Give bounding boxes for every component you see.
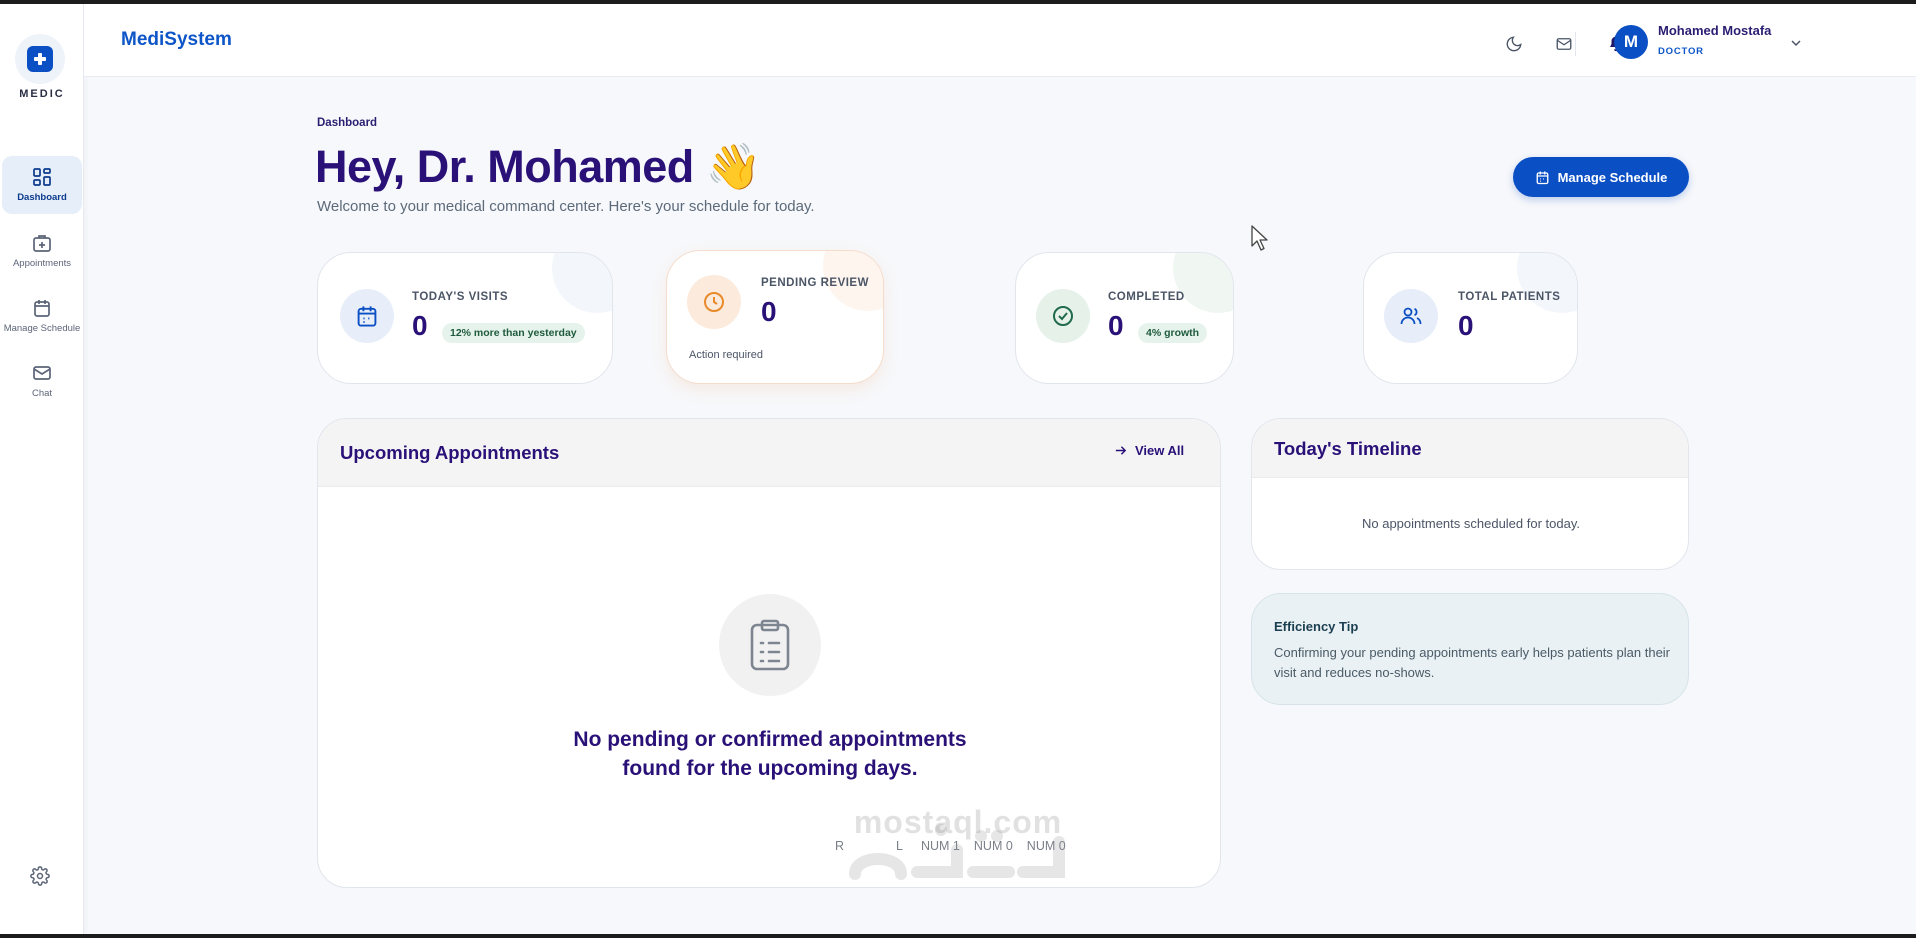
tip-title: Efficiency Tip (1274, 619, 1359, 634)
view-all-link[interactable]: View All (1114, 443, 1184, 458)
logo-text: MEDIC (19, 88, 65, 100)
empty-line-2: found for the upcoming days. (622, 757, 918, 780)
stat-badge: 4% growth (1138, 323, 1208, 343)
stat-label: PENDING REVIEW (761, 277, 869, 289)
stat-value: 0 (761, 296, 777, 327)
check-circle-icon (1036, 289, 1090, 343)
button-label: Manage Schedule (1557, 169, 1668, 185)
stat-card-pending-review: PENDING REVIEW 0 Action required (666, 250, 884, 384)
briefcase-medical-icon (33, 235, 51, 252)
stat-card-todays-visits: TODAY'S VISITS 0 12% more than yesterday (317, 252, 613, 384)
breadcrumb[interactable]: Dashboard (317, 117, 377, 129)
panel-header: Today's Timeline (1252, 419, 1688, 478)
card-decoration (552, 253, 612, 313)
sidebar-item-label: Appointments (12, 258, 72, 269)
stat-card-total-patients: TOTAL PATIENTS 0 (1363, 252, 1578, 384)
upcoming-appointments-panel: Upcoming Appointments View All No pendin… (317, 418, 1221, 888)
view-all-label: View All (1135, 443, 1185, 458)
users-icon (1384, 289, 1438, 343)
stat-note: Action required (689, 349, 763, 361)
dashboard-icon (33, 168, 51, 186)
panel-title: Upcoming Appointments (340, 442, 560, 463)
user-role: DOCTOR (1658, 46, 1704, 57)
tip-text: Confirming your pending appointments ear… (1274, 645, 1671, 680)
gear-icon[interactable] (30, 866, 50, 891)
page-title: Hey, Dr. Mohamed 👋 (315, 141, 762, 192)
stat-value: 0 (412, 310, 428, 341)
medical-cross-icon (27, 46, 53, 72)
mouse-cursor-icon (1251, 225, 1268, 251)
stat-card-completed: COMPLETED 0 4% growth (1015, 252, 1234, 384)
sidebar: MEDIC Dashboard Appointments Manage Sche… (0, 4, 84, 934)
sidebar-item-label: Chat (31, 388, 53, 399)
timeline-empty-message: No appointments scheduled for today. (1361, 516, 1580, 531)
sidebar-item-label: Dashboard (17, 192, 67, 203)
panel-header: Upcoming Appointments View All (318, 419, 1220, 487)
calendar-icon (1536, 171, 1549, 184)
divider (1575, 32, 1576, 56)
watermark-text: mostaql.com (853, 804, 1063, 840)
calendar-icon (34, 300, 50, 317)
page-subtitle: Welcome to your medical command center. … (317, 198, 815, 215)
stat-label: TODAY'S VISITS (412, 291, 509, 303)
panel-title: Today's Timeline (1274, 438, 1422, 459)
efficiency-tip-card: Efficiency Tip Confirming your pending a… (1251, 593, 1689, 705)
logo[interactable] (15, 34, 65, 84)
manage-schedule-button[interactable]: Manage Schedule (1513, 157, 1689, 197)
arrow-right-icon (1115, 446, 1127, 455)
stat-badge: 12% more than yesterday (442, 323, 585, 343)
user-name[interactable]: Mohamed Mostafa (1658, 23, 1771, 38)
card-decoration (1517, 253, 1577, 313)
empty-state-message: No pending or confirmed appointments fou… (318, 725, 1220, 783)
sidebar-item-dashboard[interactable]: Dashboard (2, 156, 82, 214)
avatar[interactable]: M (1614, 25, 1648, 59)
moon-icon[interactable] (1498, 28, 1530, 60)
sidebar-item-manage-schedule[interactable]: Manage Schedule (0, 287, 84, 345)
calendar-icon (340, 289, 394, 343)
clipboard-icon (719, 594, 821, 696)
chevron-down-icon[interactable] (1790, 36, 1802, 54)
stat-label: COMPLETED (1108, 291, 1185, 303)
sidebar-item-label: Manage Schedule (3, 323, 81, 334)
brand-name[interactable]: MediSystem (121, 29, 232, 51)
stat-value: 0 (1458, 310, 1474, 341)
empty-line-1: No pending or confirmed appointments (573, 728, 967, 751)
stat-label: TOTAL PATIENTS (1458, 291, 1561, 303)
app-window: MEDIC Dashboard Appointments Manage Sche… (0, 4, 1916, 934)
sidebar-item-chat[interactable]: Chat (0, 352, 84, 410)
sidebar-item-appointments[interactable]: Appointments (0, 222, 84, 280)
todays-timeline-panel: Today's Timeline No appointments schedul… (1251, 418, 1689, 570)
mail-icon (33, 366, 51, 380)
stat-value: 0 (1108, 310, 1124, 341)
clock-icon (687, 275, 741, 329)
card-decoration (1173, 253, 1233, 313)
